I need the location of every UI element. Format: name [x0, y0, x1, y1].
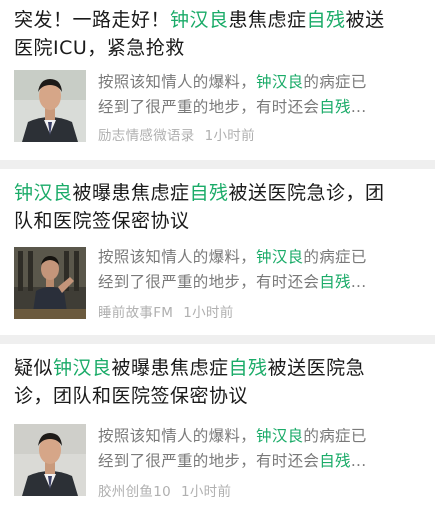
title-text: 患焦虑症: [228, 9, 307, 31]
title-text: 疑似: [14, 357, 54, 379]
post-time: 1小时前: [183, 305, 234, 321]
post-time: 1小时前: [180, 484, 232, 500]
title-text: 诊，团队和医院签保密协议: [14, 385, 249, 407]
title-text: 被送医院急: [267, 357, 366, 379]
portrait-man-suit-image: [14, 424, 86, 496]
title-text: 医院ICU，紧急抢救: [14, 37, 185, 59]
title-text: 被送医院急诊，团: [228, 182, 385, 204]
result-snippet: 按照该知情人的爆料，钟汉良的病症已经到了很严重的地步，有时还会自残...: [98, 70, 423, 120]
title-text: 被曝患焦虑症: [111, 357, 229, 379]
title-text: 突发！一路走好！: [14, 9, 171, 31]
card-divider: [0, 160, 435, 169]
snippet-text: ...: [350, 98, 367, 116]
title-text: 被送: [345, 9, 385, 31]
result-meta: 睡前故事FM 1小时前: [98, 301, 234, 321]
portrait-man-suit-image: [14, 70, 86, 142]
result-thumbnail[interactable]: [14, 70, 86, 142]
result-card-2[interactable]: 钟汉良被曝患焦虑症自残被送医院急诊，团 队和医院签保密协议 按照该知情人的爆料，钟…: [0, 169, 435, 335]
result-card-3[interactable]: 疑似钟汉良被曝患焦虑症自残被送医院急 诊，团队和医院签保密协议 按照该知情人的爆料…: [0, 344, 435, 515]
source-name[interactable]: 睡前故事FM: [98, 305, 173, 321]
title-keyword: 钟汉良: [14, 182, 73, 204]
title-keyword: 钟汉良: [170, 9, 229, 31]
search-results-feed: 突发！一路走好！钟汉良患焦虑症自残被送 医院ICU，紧急抢救 按照该知情人的爆料，…: [0, 0, 435, 515]
result-meta: 胶州创鱼10 1小时前: [98, 480, 231, 500]
snippet-text: 的病症已: [303, 427, 367, 445]
snippet-keyword: 钟汉良: [256, 427, 304, 445]
source-name[interactable]: 励志情感微语录: [98, 128, 195, 144]
title-keyword: 钟汉良: [53, 357, 112, 379]
snippet-text: 按照该知情人的爆料，: [98, 248, 257, 266]
snippet-text: 的病症已: [303, 73, 367, 91]
snippet-keyword: 自残: [319, 273, 351, 291]
result-meta: 励志情感微语录 1小时前: [98, 124, 255, 144]
card-divider: [0, 335, 435, 344]
title-text: 被曝患焦虑症: [72, 182, 190, 204]
snippet-text: 的病症已: [303, 248, 367, 266]
snippet-keyword: 自残: [319, 98, 351, 116]
snippet-text: 经到了很严重的地步，有时还会: [98, 452, 320, 470]
snippet-text: 经到了很严重的地步，有时还会: [98, 273, 320, 291]
snippet-text: 按照该知情人的爆料，: [98, 427, 257, 445]
snippet-text: 经到了很严重的地步，有时还会: [98, 98, 320, 116]
snippet-text: 按照该知情人的爆料，: [98, 73, 257, 91]
snippet-text: ...: [350, 452, 367, 470]
result-title[interactable]: 疑似钟汉良被曝患焦虑症自残被送医院急 诊，团队和医院签保密协议: [14, 354, 424, 410]
snippet-keyword: 钟汉良: [256, 248, 304, 266]
title-keyword: 自残: [306, 9, 346, 31]
result-snippet: 按照该知情人的爆料，钟汉良的病症已经到了很严重的地步，有时还会自残...: [98, 424, 423, 474]
title-text: 队和医院签保密协议: [14, 210, 190, 232]
man-seated-indoor-image: [14, 247, 86, 319]
snippet-keyword: 自残: [319, 452, 351, 470]
post-time: 1小时前: [204, 128, 255, 144]
result-thumbnail[interactable]: [14, 424, 86, 496]
result-card-1[interactable]: 突发！一路走好！钟汉良患焦虑症自残被送 医院ICU，紧急抢救 按照该知情人的爆料，…: [0, 0, 435, 160]
result-thumbnail[interactable]: [14, 247, 86, 319]
result-snippet: 按照该知情人的爆料，钟汉良的病症已经到了很严重的地步，有时还会自残...: [98, 245, 423, 295]
snippet-keyword: 钟汉良: [256, 73, 304, 91]
title-keyword: 自残: [228, 357, 268, 379]
result-title[interactable]: 钟汉良被曝患焦虑症自残被送医院急诊，团队和医院签保密协议: [14, 179, 424, 235]
result-title[interactable]: 突发！一路走好！钟汉良患焦虑症自残被送医院ICU，紧急抢救: [14, 6, 424, 62]
snippet-text: ...: [350, 273, 367, 291]
source-name[interactable]: 胶州创鱼10: [98, 484, 171, 500]
title-keyword: 自残: [189, 182, 229, 204]
